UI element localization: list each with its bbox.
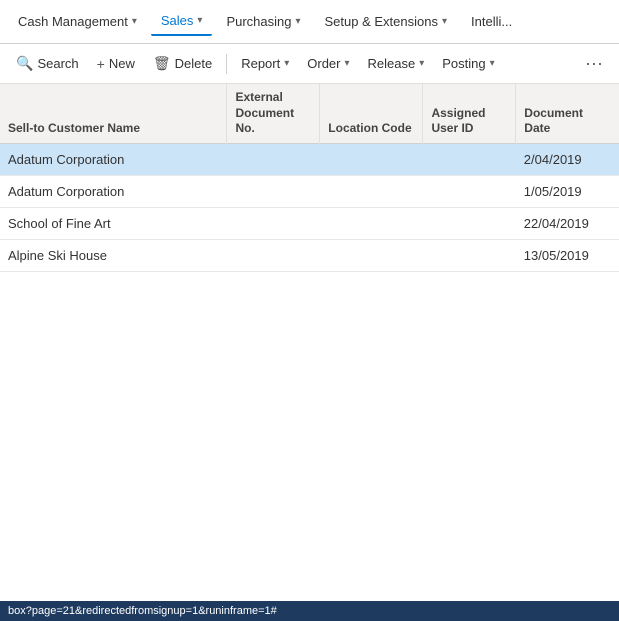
cell-location	[320, 175, 423, 207]
nav-cash-management-label: Cash Management	[18, 14, 128, 29]
order-label: Order	[307, 56, 340, 71]
col-header-date: Document Date	[516, 84, 619, 143]
cell-name: Adatum Corporation	[0, 175, 227, 207]
cell-docDate: 13/05/2019	[516, 239, 619, 271]
nav-intelli-label: Intelli...	[471, 14, 512, 29]
table-row[interactable]: School of Fine Art 22/04/2019	[0, 207, 619, 239]
cell-extDoc	[227, 143, 320, 175]
cell-name: Adatum Corporation	[0, 143, 227, 175]
table-header-row: Sell-to Customer Name External Document …	[0, 84, 619, 143]
action-bar: 🔍 Search + New 🗑 Delete Report ▾ Order ▾…	[0, 44, 619, 84]
cell-docDate: 1/05/2019	[516, 175, 619, 207]
cell-name: School of Fine Art	[0, 207, 227, 239]
release-label: Release	[368, 56, 416, 71]
cell-docDate: 2/04/2019	[516, 143, 619, 175]
cell-extDoc	[227, 239, 320, 271]
new-button[interactable]: + New	[89, 51, 143, 77]
posting-label: Posting	[442, 56, 485, 71]
report-label: Report	[241, 56, 280, 71]
posting-button[interactable]: Posting ▾	[434, 51, 502, 76]
report-button[interactable]: Report ▾	[233, 51, 297, 76]
table-row[interactable]: Adatum Corporation 1/05/2019	[0, 175, 619, 207]
new-label: New	[109, 56, 135, 71]
nav-setup-extensions[interactable]: Setup & Extensions ▾	[315, 8, 458, 35]
posting-chevron: ▾	[490, 58, 495, 69]
nav-purchasing-label: Purchasing	[226, 14, 291, 29]
release-button[interactable]: Release ▾	[360, 51, 433, 76]
table-body: Adatum Corporation2/04/2019Adatum Corpor…	[0, 143, 619, 271]
delete-icon: 🗑	[153, 55, 171, 72]
cell-name: Alpine Ski House	[0, 239, 227, 271]
table-row[interactable]: Adatum Corporation 2/04/2019	[0, 143, 619, 175]
order-button[interactable]: Order ▾	[299, 51, 357, 76]
nav-setup-extensions-label: Setup & Extensions	[325, 14, 438, 29]
nav-sales[interactable]: Sales ▾	[151, 7, 213, 36]
nav-cash-management-chevron: ▾	[132, 16, 137, 27]
nav-sales-chevron: ▾	[197, 15, 202, 26]
nav-cash-management[interactable]: Cash Management ▾	[8, 8, 147, 35]
top-nav: Cash Management ▾ Sales ▾ Purchasing ▾ S…	[0, 0, 619, 44]
cell-assignedUser	[423, 143, 516, 175]
col-header-ext: External Document No.	[227, 84, 320, 143]
col-header-location: Location Code	[320, 84, 423, 143]
nav-setup-chevron: ▾	[442, 16, 447, 27]
col-header-user: Assigned User ID	[423, 84, 516, 143]
cell-location	[320, 239, 423, 271]
new-icon: +	[97, 56, 105, 72]
status-bar: box?page=21&redirectedfromsignup=1&runin…	[0, 601, 619, 621]
nav-purchasing[interactable]: Purchasing ▾	[216, 8, 310, 35]
status-url: box?page=21&redirectedfromsignup=1&runin…	[8, 605, 277, 617]
delete-label: Delete	[175, 56, 213, 71]
cell-assignedUser	[423, 175, 516, 207]
table-container: Sell-to Customer Name External Document …	[0, 84, 619, 601]
cell-extDoc	[227, 207, 320, 239]
cell-location	[320, 207, 423, 239]
cell-docDate: 22/04/2019	[516, 207, 619, 239]
search-label: Search	[37, 56, 78, 71]
search-button[interactable]: 🔍 Search	[8, 50, 87, 77]
report-chevron: ▾	[284, 58, 289, 69]
delete-button[interactable]: 🗑 Delete	[145, 50, 220, 77]
cell-extDoc	[227, 175, 320, 207]
nav-sales-label: Sales	[161, 13, 194, 28]
table-row[interactable]: Alpine Ski House 13/05/2019	[0, 239, 619, 271]
separator-1	[226, 54, 227, 74]
cell-location	[320, 143, 423, 175]
cell-assignedUser	[423, 239, 516, 271]
search-icon: 🔍	[16, 55, 33, 72]
nav-intelli[interactable]: Intelli...	[461, 8, 522, 35]
release-chevron: ▾	[419, 58, 424, 69]
order-chevron: ▾	[345, 58, 350, 69]
orders-table: Sell-to Customer Name External Document …	[0, 84, 619, 272]
cell-assignedUser	[423, 207, 516, 239]
more-button[interactable]: ···	[577, 48, 611, 79]
col-header-name: Sell-to Customer Name	[0, 84, 227, 143]
nav-purchasing-chevron: ▾	[295, 16, 300, 27]
